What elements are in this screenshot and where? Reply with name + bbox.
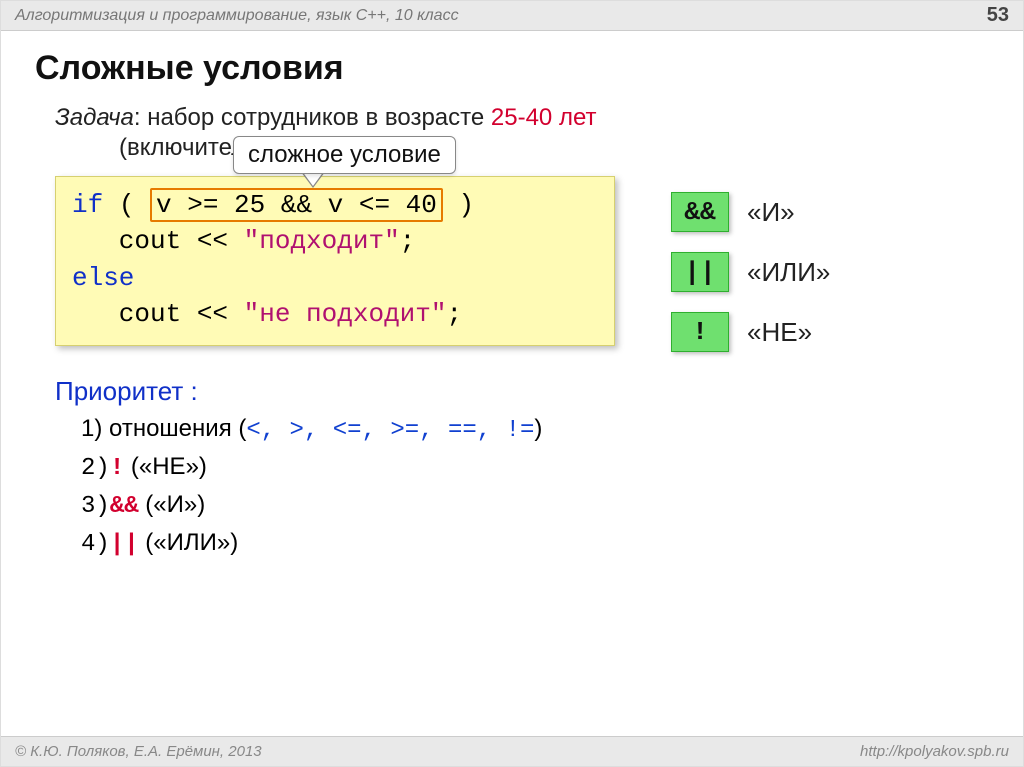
subject-text: Алгоритмизация и программирование, язык … [15, 7, 459, 25]
copyright-text: © К.Ю. Поляков, Е.А. Ерёмин, 2013 [15, 743, 262, 760]
condition-frame: v >= 25 && v <= 40 [150, 188, 443, 222]
op-label-not: «НЕ» [747, 317, 812, 348]
priority-list: 1) отношения (<, >, <=, >=, ==, !=) 2)! … [81, 411, 993, 563]
callout-text: сложное условие [248, 141, 441, 168]
op-label-or: «ИЛИ» [747, 257, 830, 288]
code-line-4: cout << "не подходит"; [72, 296, 598, 332]
condition-text: v >= 25 && v <= 40 [156, 190, 437, 220]
code-box: if ( v >= 25 && v <= 40 ) cout << "подхо… [55, 176, 615, 346]
code-line-1: if ( v >= 25 && v <= 40 ) [72, 187, 598, 223]
op-row-or: || «ИЛИ» [671, 252, 830, 292]
op-label-and: «И» [747, 197, 795, 228]
slide-content: Сложные условия Задача: набор сотруднико… [1, 31, 1023, 563]
header-bar: Алгоритмизация и программирование, язык … [1, 1, 1023, 31]
op-or: || [110, 531, 139, 558]
slide-title: Сложные условия [35, 49, 993, 88]
source-link[interactable]: http://kpolyakov.spb.ru [860, 743, 1009, 760]
task-line: Задача: набор сотрудников в возрасте 25-… [55, 104, 993, 132]
footer-bar: © К.Ю. Поляков, Е.А. Ерёмин, 2013 http:/… [1, 736, 1023, 766]
op-not: ! [110, 455, 124, 482]
keyword-if: if [72, 190, 103, 220]
relational-ops: <, >, <=, >=, ==, != [246, 417, 534, 444]
operators-column: && «И» || «ИЛИ» ! «НЕ» [671, 192, 830, 352]
task-label: Задача [55, 104, 134, 131]
op-badge-or: || [671, 252, 729, 292]
main-row: сложное условие if ( v >= 25 && v <= 40 … [31, 176, 993, 346]
priority-item-3: 3)&& («И») [81, 487, 993, 525]
callout-box: сложное условие [233, 136, 456, 174]
keyword-else: else [72, 263, 134, 293]
string-literal: "подходит" [244, 226, 400, 256]
priority-block: Приоритет : 1) отношения (<, >, <=, >=, … [55, 376, 993, 563]
task-highlight: 25-40 лет [491, 104, 597, 131]
callout-tail-icon [301, 172, 325, 188]
op-badge-not: ! [671, 312, 729, 352]
op-row-not: ! «НЕ» [671, 312, 830, 352]
op-and: && [110, 493, 139, 520]
op-badge-and: && [671, 192, 729, 232]
priority-item-4: 4)|| («ИЛИ») [81, 525, 993, 563]
op-row-and: && «И» [671, 192, 830, 232]
task-text: : набор сотрудников в возрасте [134, 104, 491, 131]
code-line-2: cout << "подходит"; [72, 223, 598, 259]
code-line-3: else [72, 260, 598, 296]
priority-item-2: 2)! («НЕ») [81, 449, 993, 487]
string-literal: "не подходит" [244, 299, 447, 329]
page-number: 53 [987, 4, 1009, 27]
priority-title: Приоритет : [55, 376, 993, 407]
priority-item-1: 1) отношения (<, >, <=, >=, ==, !=) [81, 411, 993, 449]
